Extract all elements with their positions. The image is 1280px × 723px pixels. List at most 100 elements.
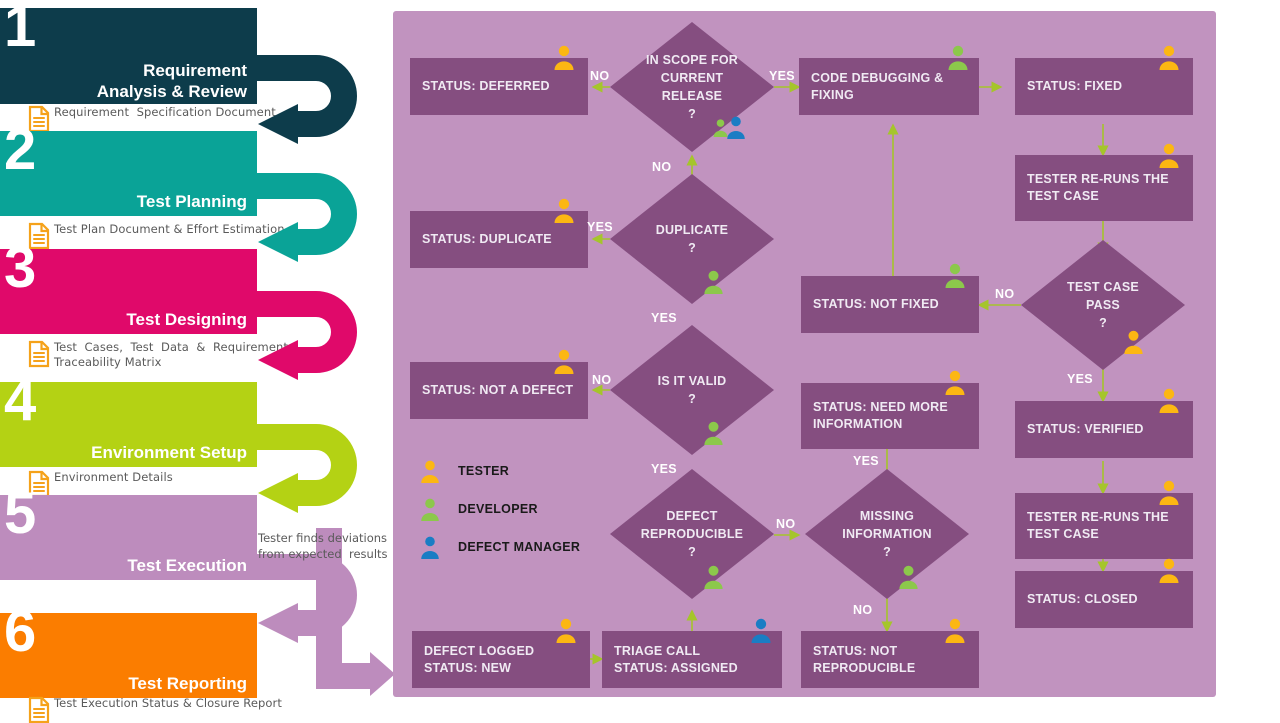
process-step-2: 2 Test Planning [0, 121, 257, 216]
node-label: STATUS: NOT REPRODUCIBLE [813, 643, 916, 675]
process-step-4: 4 Environment Setup [0, 372, 257, 467]
legend-item-defect-manager: DEFECT MANAGER [418, 528, 580, 566]
edge-label-valid-no: NO [592, 373, 612, 387]
edge-label-duplicate-yes: YES [587, 220, 613, 234]
step-3-document-label: Test Cases, Test Data & Requirements Trac… [54, 340, 295, 369]
step-title: Test Designing [126, 309, 247, 329]
developer-icon [942, 262, 968, 288]
step-number: 1 [4, 0, 36, 59]
edge-label-valid-yes: YES [651, 462, 677, 476]
node-label: CODE DEBUGGING & FIXING [811, 70, 944, 102]
decision-test-case-pass[interactable]: TEST CASE PASS? [1021, 240, 1185, 370]
node-label: DEFECT REPRODUCIBLE? [640, 508, 744, 560]
step-1-document-label: Requirement Specification Document [54, 105, 276, 119]
edge-label-pass-no: NO [995, 287, 1015, 301]
step-title: Requirement Analysis & Review [96, 60, 247, 101]
node-label: TESTER RE-RUNS THE TEST CASE [1027, 172, 1169, 203]
tester-icon [551, 44, 577, 70]
developer-icon [896, 564, 921, 589]
node-label: STATUS: CLOSED [1027, 592, 1138, 607]
step-number: 6 [4, 599, 36, 664]
step-title: Environment Setup [91, 442, 247, 462]
document-icon [28, 340, 50, 368]
process-step-5: 5 Test Execution [0, 485, 257, 580]
tester-icon [551, 197, 577, 223]
edge-label-duplicate-yes-down: YES [651, 311, 677, 325]
process-step-6: 6 Test Reporting [0, 603, 257, 698]
legend-label: DEFECT MANAGER [458, 540, 581, 554]
defect-manager-icon [724, 115, 748, 139]
node-label: TESTER RE-RUNS THE TEST CASE [1027, 510, 1169, 541]
step-number: 5 [4, 481, 36, 546]
tester-icon [418, 459, 442, 483]
process-step-1: 1 Requirement Analysis & Review [0, 0, 257, 104]
step-number: 2 [4, 117, 36, 182]
developer-icon [701, 420, 726, 445]
edge-label-in-scope-no-down: NO [652, 160, 672, 174]
decision-missing-information[interactable]: MISSING INFORMATION? [805, 469, 969, 599]
developer-icon [701, 269, 726, 294]
tester-icon [942, 617, 968, 643]
node-label: STATUS: VERIFIED [1027, 422, 1144, 437]
tester-icon [1156, 557, 1182, 583]
tester-icon [1156, 44, 1182, 70]
decision-duplicate[interactable]: DUPLICATE? [610, 174, 774, 304]
node-label: IS IT VALID? [657, 373, 727, 406]
step-title: Test Execution [127, 555, 247, 575]
edge-label-missing-no: NO [853, 603, 873, 617]
infographic-canvas: 1 Requirement Analysis & Review Requireme… [0, 0, 1280, 723]
developer-icon [418, 497, 442, 521]
step-6-document-label: Test Execution Status & Closure Report [54, 696, 282, 710]
process-step-3: 3 Test Designing [0, 239, 257, 334]
deviation-note: Tester finds deviations from expected res… [258, 531, 388, 561]
step-title: Test Planning [136, 191, 247, 211]
role-legend: TESTER DEVELOPER DEFECT MANAGER [418, 452, 580, 566]
tester-icon [1121, 329, 1146, 354]
tester-icon [942, 369, 968, 395]
step-6-document: Test Execution Status & Closure Report [28, 696, 282, 723]
defect-manager-icon [418, 535, 442, 559]
document-icon [28, 696, 50, 723]
legend-label: TESTER [458, 464, 510, 478]
edge-label-in-scope-no: NO [590, 69, 610, 83]
node-label: STATUS: DEFERRED [422, 79, 550, 94]
edge-label-reproducible-no: NO [776, 517, 796, 531]
node-label: DEFECT LOGGED STATUS: NEW [424, 643, 535, 675]
node-label: TEST CASE PASS? [1067, 279, 1139, 331]
node-label: DUPLICATE? [655, 222, 729, 255]
step-4-document-label: Environment Details [54, 470, 173, 484]
step-number: 3 [4, 235, 36, 300]
node-label: IN SCOPE FOR CURRENT RELEASE? [646, 52, 738, 122]
legend-label: DEVELOPER [458, 502, 538, 516]
tester-icon [1156, 479, 1182, 505]
step-number: 4 [4, 368, 36, 433]
node-label: MISSING INFORMATION? [842, 508, 932, 560]
node-label: STATUS: NEED MORE INFORMATION [813, 400, 948, 431]
tester-icon [1156, 387, 1182, 413]
step-1-document: Requirement Specification Document [28, 105, 276, 133]
defect-lifecycle-flowchart: STATUS: DEFERRED IN SCOPE FOR CURRENT RELE… [393, 11, 1216, 697]
defect-manager-icon [748, 617, 774, 643]
node-label: STATUS: NOT A DEFECT [422, 383, 574, 398]
tester-icon [551, 348, 577, 374]
step-2-document: Test Plan Document & Effort Estimation [28, 222, 285, 250]
legend-item-developer: DEVELOPER [418, 490, 580, 528]
step-4-document: Environment Details [28, 470, 173, 498]
legend-item-tester: TESTER [418, 452, 580, 490]
edge-label-missing-yes: YES [853, 454, 879, 468]
edge-label-pass-yes: YES [1067, 372, 1093, 386]
step-3-document: Test Cases, Test Data & Requirements Trac… [28, 340, 294, 369]
step-2-document-label: Test Plan Document & Effort Estimation [54, 222, 285, 236]
tester-icon [1156, 142, 1182, 168]
step-title: Test Reporting [128, 673, 247, 693]
node-label: STATUS: DUPLICATE [422, 232, 552, 247]
decision-in-scope[interactable]: IN SCOPE FOR CURRENT RELEASE? [610, 22, 774, 152]
decision-is-it-valid[interactable]: IS IT VALID? [610, 325, 774, 455]
decision-defect-reproducible[interactable]: DEFECT REPRODUCIBLE? [610, 469, 774, 599]
developer-icon [701, 564, 726, 589]
node-label: STATUS: FIXED [1027, 79, 1123, 94]
node-label: TRIAGE CALL STATUS: ASSIGNED [614, 643, 738, 675]
developer-icon [945, 44, 971, 70]
edge-label-in-scope-yes: YES [769, 69, 795, 83]
tester-icon [553, 617, 579, 643]
